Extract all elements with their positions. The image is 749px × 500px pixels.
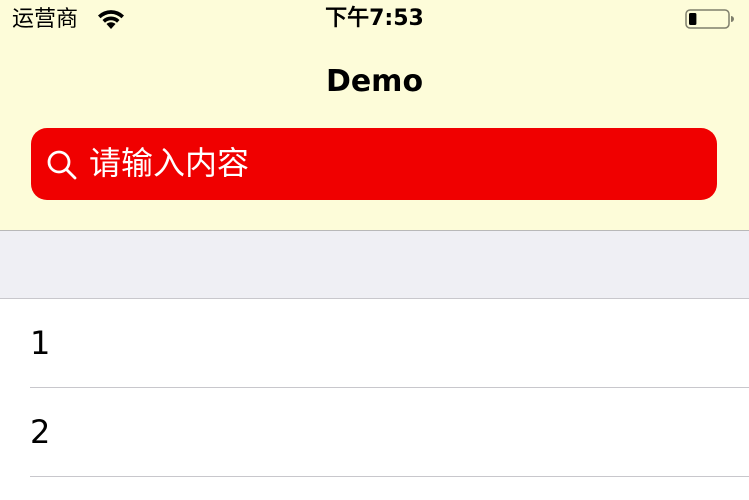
section-header [0,231,749,298]
list-item-label: 2 [30,413,51,451]
battery-icon [685,8,735,30]
list-item[interactable]: 2 [0,388,749,477]
list-item[interactable]: 1 [0,299,749,388]
status-time: 下午7:53 [325,6,424,31]
page-title: Demo [325,64,424,99]
header-area: 运营商 下午7:53 Demo [0,0,749,230]
item-list: 1 2 [0,299,749,477]
list-item-label: 1 [30,324,51,362]
search-input[interactable] [89,138,689,188]
status-bar: 运营商 下午7:53 [0,0,749,40]
app-screen: 运营商 下午7:53 Demo 请输入内容 1 2 [0,0,749,500]
row-separator [30,476,749,477]
search-icon [45,148,79,182]
search-bar[interactable] [31,128,717,200]
